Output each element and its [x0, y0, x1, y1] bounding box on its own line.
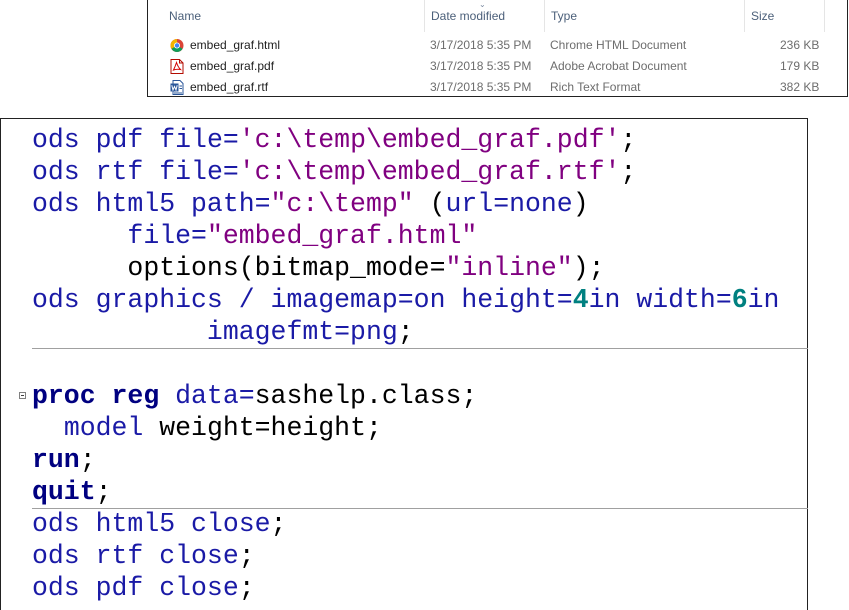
code-line[interactable]: file="embed_graf.html" — [32, 220, 477, 252]
code-token: ods pdf — [32, 125, 160, 155]
code-token: ; — [620, 125, 637, 155]
code-token: ; — [238, 541, 255, 571]
code-line[interactable]: model weight=height; — [32, 412, 382, 444]
code-token: in — [747, 285, 780, 315]
file-name: embed_graf.pdf — [190, 59, 275, 73]
code-token: quit — [32, 477, 96, 507]
section-divider — [32, 348, 808, 349]
code-token: ); — [572, 253, 605, 283]
code-token: "inline" — [445, 253, 573, 283]
code-token: sashelp.class; — [254, 381, 478, 411]
file-type: Rich Text Format — [550, 80, 641, 94]
code-token: ; — [620, 157, 637, 187]
code-token: options(bitmap_mode= — [32, 253, 446, 283]
code-token: ; — [95, 477, 112, 507]
code-line[interactable]: options(bitmap_mode="inline"); — [32, 252, 605, 284]
sort-chevron-icon: ⌄ — [479, 0, 486, 9]
code-editor[interactable]: ods pdf file='c:\temp\embed_graf.pdf'; o… — [0, 118, 808, 610]
code-token: ; — [270, 509, 287, 539]
code-line[interactable]: imagefmt=png; — [32, 316, 414, 348]
code-token: "embed_graf.html" — [206, 221, 478, 251]
code-token: ods html5 close — [32, 509, 271, 539]
code-token: in width= — [588, 285, 732, 315]
code-line[interactable]: proc reg data=sashelp.class; — [32, 380, 477, 412]
pdf-icon — [170, 59, 184, 74]
code-token: "c:\temp" — [270, 189, 414, 219]
code-token: 4 — [572, 285, 589, 315]
column-header-size[interactable]: Size — [744, 0, 824, 33]
code-token: ods pdf close — [32, 573, 239, 603]
code-token: model — [63, 413, 160, 443]
code-token: ; — [79, 445, 96, 475]
code-token: file= — [159, 125, 239, 155]
file-date: 3/17/2018 5:35 PM — [430, 59, 532, 73]
column-header-name[interactable]: Name — [162, 0, 424, 33]
code-token: file= — [127, 221, 207, 251]
code-token: ods rtf close — [32, 541, 239, 571]
code-line[interactable]: ods html5 path="c:\temp" (url=none) — [32, 188, 589, 220]
file-date: 3/17/2018 5:35 PM — [430, 38, 532, 52]
code-token: run — [32, 445, 80, 475]
code-line[interactable]: ods graphics / imagemap=on height=4in wi… — [32, 284, 779, 316]
code-line[interactable]: ods rtf close; — [32, 540, 255, 572]
code-token: 6 — [731, 285, 748, 315]
code-token: path= — [191, 189, 271, 219]
code-line[interactable]: ods pdf close; — [32, 572, 255, 604]
file-explorer: Name Date modified ⌄ Type Size embed_gra… — [147, 0, 848, 97]
code-token: proc reg — [32, 381, 176, 411]
file-row-pdf[interactable]: embed_graf.pdf 3/17/2018 5:35 PM Adobe A… — [148, 56, 847, 77]
file-row-rtf[interactable]: embed_graf.rtf 3/17/2018 5:35 PM Rich Te… — [148, 77, 847, 98]
file-date: 3/17/2018 5:35 PM — [430, 80, 532, 94]
code-token: file= — [159, 157, 239, 187]
code-token: data= — [175, 381, 255, 411]
code-token: weight=height; — [159, 413, 382, 443]
code-line[interactable]: quit; — [32, 476, 112, 508]
code-token: ( — [413, 189, 446, 219]
code-token: imagefmt=png — [32, 317, 398, 347]
code-token: url=none — [445, 189, 573, 219]
code-line[interactable]: ods rtf file='c:\temp\embed_graf.rtf'; — [32, 156, 636, 188]
file-size: 179 KB — [780, 59, 820, 73]
code-line[interactable]: run; — [32, 444, 96, 476]
file-row-html[interactable]: embed_graf.html 3/17/2018 5:35 PM Chrome… — [148, 35, 847, 56]
column-header-type[interactable]: Type — [544, 0, 744, 33]
file-size: 236 KB — [780, 38, 820, 52]
code-token: 'c:\temp\embed_graf.rtf' — [238, 157, 621, 187]
code-token: ) — [572, 189, 589, 219]
file-size: 382 KB — [780, 80, 820, 94]
column-separator[interactable] — [824, 0, 825, 32]
file-type: Adobe Acrobat Document — [550, 59, 687, 73]
file-type: Chrome HTML Document — [550, 38, 687, 52]
code-token: ; — [238, 573, 255, 603]
code-token: ods graphics / — [32, 285, 271, 315]
code-token: ods html5 — [32, 189, 192, 219]
code-line[interactable]: ods html5 close; — [32, 508, 286, 540]
chrome-icon — [170, 39, 184, 52]
code-token: imagemap=on height= — [270, 285, 573, 315]
code-line[interactable]: ods pdf file='c:\temp\embed_graf.pdf'; — [32, 124, 636, 156]
code-token: ; — [397, 317, 414, 347]
code-token: 'c:\temp\embed_graf.pdf' — [238, 125, 621, 155]
code-token: ods rtf — [32, 157, 160, 187]
file-name: embed_graf.rtf — [190, 80, 269, 94]
collapse-toggle-icon[interactable] — [19, 392, 26, 399]
file-name: embed_graf.html — [190, 38, 281, 52]
word-icon — [170, 80, 184, 95]
